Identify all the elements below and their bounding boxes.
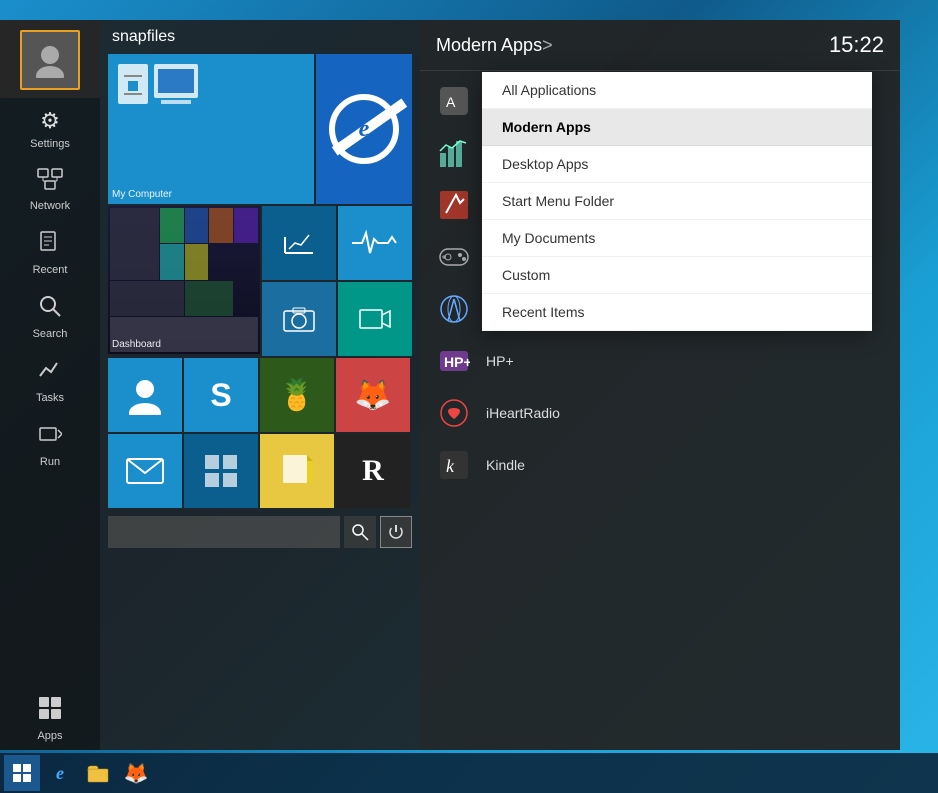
windows-logo-icon	[13, 764, 31, 782]
tiles-search-box[interactable]	[108, 516, 340, 548]
dropdown-item-start-menu-folder[interactable]: Start Menu Folder	[482, 183, 872, 220]
sidebar-label-recent: Recent	[33, 264, 68, 276]
tasks-icon	[38, 358, 62, 388]
app-name: snapfiles	[112, 28, 175, 45]
iheartradio-icon	[436, 395, 472, 431]
user-profile[interactable]	[0, 20, 100, 98]
tile-group-right	[262, 206, 412, 356]
svg-text:HP+: HP+	[444, 354, 470, 370]
search-icon	[38, 294, 62, 324]
kindle-icon: k	[436, 447, 472, 483]
dropdown-item-desktop-apps[interactable]: Desktop Apps	[482, 146, 872, 183]
network-icon	[37, 168, 63, 196]
power-button[interactable]	[380, 516, 412, 548]
tile-mail[interactable]	[108, 434, 182, 508]
sidebar-label-network: Network	[30, 200, 70, 212]
explorer-icon	[87, 763, 109, 783]
getting-started-icon	[436, 291, 472, 327]
dropdown-item-custom[interactable]: Custom	[482, 257, 872, 294]
sidebar: ⚙ Settings Network	[0, 20, 100, 750]
tile-row-2a	[262, 206, 412, 280]
sidebar-item-tasks[interactable]: Tasks	[0, 348, 100, 412]
dropdown-item-recent-items[interactable]: Recent Items	[482, 294, 872, 331]
pc-monitor-group	[154, 64, 198, 104]
sidebar-label-search: Search	[33, 328, 68, 340]
tile-internet-explorer[interactable]: e	[316, 54, 412, 204]
tile-my-computer[interactable]: My Computer	[108, 54, 314, 204]
appy-icon: A	[436, 83, 472, 119]
svg-text:A: A	[446, 94, 456, 110]
fresh-paint-icon	[436, 187, 472, 223]
app-title: snapfiles	[100, 20, 420, 54]
tile-grid[interactable]	[184, 434, 258, 508]
taskbar-firefox[interactable]: 🦊	[118, 755, 154, 791]
tile-dashboard[interactable]: Dashboard	[108, 206, 260, 354]
tile-pineapple[interactable]: 🍍	[260, 358, 334, 432]
dropdown-item-my-documents[interactable]: My Documents	[482, 220, 872, 257]
sidebar-item-recent[interactable]: Recent	[0, 220, 100, 284]
tile-skype[interactable]: S	[184, 358, 258, 432]
apps-panel-title: Modern Apps>	[436, 35, 553, 56]
tiles-area: snapfiles My C	[100, 20, 420, 750]
my-computer-icon	[118, 64, 198, 104]
list-item[interactable]: iHeartRadio	[420, 387, 900, 439]
taskbar-explorer[interactable]	[80, 755, 116, 791]
avatar	[20, 30, 80, 90]
sidebar-label-settings: Settings	[30, 138, 70, 150]
list-item[interactable]: k Kindle	[420, 439, 900, 491]
my-computer-label: My Computer	[112, 189, 172, 200]
dropdown-item-modern-apps[interactable]: Modern Apps	[482, 109, 872, 146]
sidebar-item-run[interactable]: Run	[0, 412, 100, 476]
tile-pulse[interactable]	[338, 206, 412, 280]
hp-plus-icon: HP+	[436, 343, 472, 379]
svg-text:k: k	[446, 456, 455, 476]
sidebar-item-search[interactable]: Search	[0, 284, 100, 348]
list-item[interactable]: HP+ HP+	[420, 335, 900, 387]
taskbar: e 🦊	[0, 753, 938, 793]
tile-row-2: Dashboard	[100, 204, 420, 356]
pc-tower-icon	[118, 64, 148, 104]
sidebar-label-apps: Apps	[37, 730, 62, 742]
recent-icon	[38, 230, 62, 260]
tile-r[interactable]: R	[336, 434, 410, 508]
category-dropdown: All Applications Modern Apps Desktop App…	[482, 72, 872, 331]
tiles-search-btn[interactable]	[344, 516, 376, 548]
tile-video[interactable]	[338, 282, 412, 356]
tile-camera[interactable]	[262, 282, 336, 356]
run-icon	[38, 422, 62, 452]
apps-header: Modern Apps> 15:22	[420, 20, 900, 71]
tiles-search-row	[100, 508, 420, 548]
finance-icon	[436, 135, 472, 171]
ie-taskbar-icon: e	[56, 763, 64, 784]
tile-firefox[interactable]: 🦊	[336, 358, 410, 432]
dashboard-label: Dashboard	[112, 339, 161, 350]
tile-row-3: S 🍍 🦊	[100, 356, 420, 432]
tile-row-4: R	[100, 432, 420, 508]
apps-icon	[38, 696, 62, 726]
games-icon	[436, 239, 472, 275]
sidebar-item-network[interactable]: Network	[0, 158, 100, 220]
taskbar-ie[interactable]: e	[42, 755, 78, 791]
tile-stats[interactable]	[262, 206, 336, 280]
tile-row-2b	[262, 282, 412, 356]
tile-note[interactable]	[260, 434, 334, 508]
start-button[interactable]	[4, 755, 40, 791]
dashboard-preview	[108, 206, 260, 354]
dropdown-item-all-applications[interactable]: All Applications	[482, 72, 872, 109]
tile-row-1: My Computer e	[100, 54, 420, 204]
hp-plus-name: HP+	[486, 353, 514, 369]
sidebar-label-run: Run	[40, 456, 60, 468]
clock: 15:22	[829, 32, 884, 58]
firefox-taskbar-icon: 🦊	[124, 761, 149, 786]
sidebar-item-settings[interactable]: ⚙ Settings	[0, 98, 100, 158]
apps-title-group: Modern Apps>	[436, 35, 553, 56]
kindle-name: Kindle	[486, 457, 525, 473]
pc-monitor-icon	[154, 64, 198, 98]
iheartradio-name: iHeartRadio	[486, 405, 560, 421]
sidebar-item-apps[interactable]: Apps	[0, 686, 100, 750]
ie-icon: e	[329, 94, 399, 164]
tile-people[interactable]	[108, 358, 182, 432]
settings-icon: ⚙	[40, 108, 60, 134]
sidebar-label-tasks: Tasks	[36, 392, 64, 404]
